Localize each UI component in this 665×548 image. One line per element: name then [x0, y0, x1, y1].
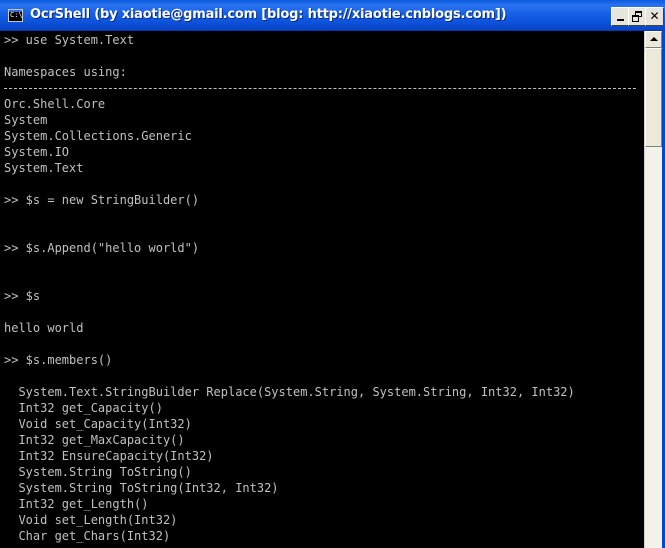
console-line: Namespaces using:: [4, 65, 127, 79]
icon-text: C:\: [10, 11, 23, 19]
console-line: Int32 EnsureCapacity(Int32): [4, 449, 214, 463]
console-line: Orc.Shell.Core: [4, 97, 106, 111]
console-line: System.Text: [4, 161, 84, 175]
close-button[interactable]: ✕: [645, 7, 664, 26]
close-icon: ✕: [649, 9, 660, 23]
scroll-up-arrow-icon: [650, 37, 658, 41]
restore-icon-front: [632, 15, 639, 22]
vertical-scrollbar[interactable]: [644, 31, 662, 548]
console-line: Int32 get_MaxCapacity(): [4, 433, 185, 447]
window-title: OcrShell (by xiaotie@gmail.com [blog: ht…: [30, 7, 507, 22]
console-line: System.Text.StringBuilder Replace(System…: [4, 385, 575, 399]
console-line: Void set_Capacity(Int32): [4, 417, 192, 431]
console-window-icon[interactable]: C:\: [8, 9, 23, 22]
scrollbar-thumb[interactable]: [645, 48, 662, 147]
console-line: >> $s = new StringBuilder(): [4, 193, 200, 207]
console-line: System: [4, 113, 48, 127]
console-line: >> $s.members(): [4, 353, 113, 367]
console-line: Char get_Chars(Int32): [4, 529, 171, 543]
console-line: Int32 get_Length(): [4, 497, 149, 511]
console-line: Int32 get_Capacity(): [4, 401, 163, 415]
console-line: System.String ToString(Int32, Int32): [4, 481, 279, 495]
console-line: Void set_Length(Int32): [4, 513, 178, 527]
console-line: System.IO: [4, 145, 70, 159]
console-output[interactable]: >> use System.Text Namespaces using: Orc…: [3, 31, 643, 548]
separator-line: [4, 88, 636, 89]
title-bar[interactable]: C:\ OcrShell (by xiaotie@gmail.com [blog…: [0, 0, 665, 31]
console-window: C:\ OcrShell (by xiaotie@gmail.com [blog…: [0, 0, 665, 548]
console-line: >> $s.Append("hello world"): [4, 241, 200, 255]
console-line: >> $s: [4, 289, 41, 303]
scroll-up-button[interactable]: [645, 31, 662, 48]
console-line: hello world: [4, 321, 84, 335]
minimize-icon: [617, 19, 624, 21]
console-line: >> use System.Text: [4, 33, 135, 47]
console-line: System.String ToString(): [4, 465, 192, 479]
console-line: System.Collections.Generic: [4, 129, 192, 143]
